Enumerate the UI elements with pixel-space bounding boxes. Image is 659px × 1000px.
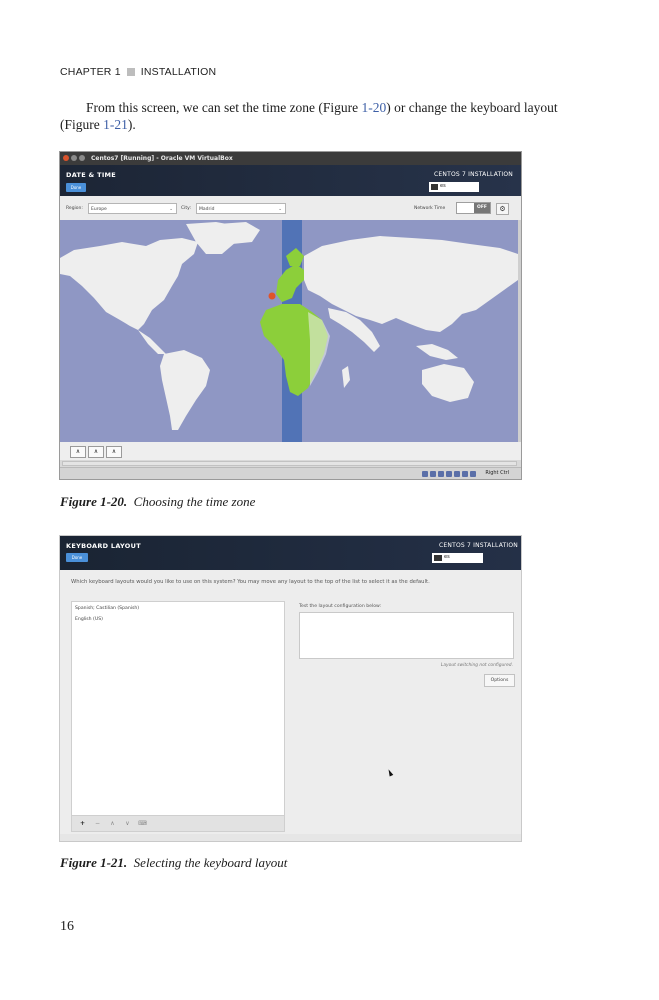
figure-1-21-caption: Figure 1-21. Selecting the keyboard layo… bbox=[60, 855, 287, 871]
figure-link-1-20[interactable]: 1-20 bbox=[362, 100, 387, 115]
location-pin-icon bbox=[268, 292, 276, 300]
screen-title: DATE & TIME bbox=[66, 171, 117, 179]
layout-question: Which keyboard layouts would you like to… bbox=[71, 579, 430, 585]
chevron-up-icon[interactable]: ∧ bbox=[70, 446, 86, 458]
mouse-cursor-icon bbox=[386, 768, 394, 777]
world-map-graphic bbox=[60, 220, 518, 442]
test-layout-label: Test the layout configuration below: bbox=[299, 604, 382, 609]
chevron-up-icon[interactable]: ∧ bbox=[88, 446, 104, 458]
virtualbox-titlebar: Centos7 [Running] - Oracle VM VirtualBox bbox=[60, 152, 521, 165]
remove-layout-button[interactable]: − bbox=[91, 819, 104, 829]
gear-icon[interactable]: ⚙ bbox=[496, 203, 509, 215]
horizontal-scrollbar[interactable] bbox=[62, 461, 517, 466]
region-value: Europe bbox=[91, 207, 107, 212]
done-button[interactable]: Done bbox=[66, 553, 88, 562]
minimize-icon[interactable] bbox=[71, 155, 77, 161]
list-item[interactable]: English (US) bbox=[75, 617, 103, 622]
running-head: CHAPTER 1 INSTALLATION bbox=[60, 66, 216, 78]
figure-1-20-caption: Figure 1-20. Choosing the time zone bbox=[60, 494, 255, 510]
separator-square bbox=[126, 68, 135, 76]
device-icon[interactable] bbox=[422, 471, 428, 477]
network-time-switch[interactable]: OFF bbox=[456, 202, 491, 214]
map-controls: ∧ ∧ ∧ bbox=[60, 442, 521, 460]
maximize-icon[interactable] bbox=[79, 155, 85, 161]
installer-header: KEYBOARD LAYOUT Done CENTOS 7 INSTALLATI… bbox=[60, 536, 521, 570]
keyboard-indicator[interactable]: es bbox=[432, 553, 483, 563]
figure-1-21-screenshot: KEYBOARD LAYOUT Done CENTOS 7 INSTALLATI… bbox=[60, 536, 521, 841]
product-name: CENTOS 7 INSTALLATION bbox=[439, 542, 518, 549]
city-value: Madrid bbox=[199, 207, 215, 212]
city-label: City: bbox=[181, 206, 192, 211]
keyboard-indicator-label: es bbox=[440, 183, 446, 189]
done-button[interactable]: Done bbox=[66, 183, 86, 192]
window-controls bbox=[63, 155, 85, 161]
region-combo[interactable]: Europe ⌄ bbox=[88, 203, 177, 214]
preview-layout-button[interactable]: ⌨ bbox=[136, 819, 149, 829]
keyboard-icon bbox=[434, 555, 442, 561]
device-icon[interactable] bbox=[446, 471, 452, 477]
device-icon[interactable] bbox=[430, 471, 436, 477]
section-label: INSTALLATION bbox=[140, 66, 217, 78]
body-paragraph: From this screen, we can set the time zo… bbox=[60, 99, 560, 133]
city-combo[interactable]: Madrid ⌄ bbox=[196, 203, 286, 214]
device-icon[interactable] bbox=[462, 471, 468, 477]
device-icon[interactable] bbox=[438, 471, 444, 477]
options-button[interactable]: Options bbox=[484, 674, 515, 687]
add-layout-button[interactable]: + bbox=[76, 819, 89, 829]
map-scrollbar[interactable] bbox=[518, 220, 521, 442]
page-number: 16 bbox=[60, 919, 74, 934]
body-text-1: From this screen, we can set the time zo… bbox=[86, 100, 362, 115]
test-layout-field[interactable] bbox=[299, 612, 514, 659]
caption-text: Selecting the keyboard layout bbox=[133, 855, 288, 870]
keyboard-indicator[interactable]: es bbox=[429, 182, 479, 192]
layout-toolbar: + − ∧ ∨ ⌨ bbox=[71, 816, 285, 832]
window-title: Centos7 [Running] - Oracle VM VirtualBox bbox=[91, 155, 233, 162]
figure-1-20-screenshot: Centos7 [Running] - Oracle VM VirtualBox… bbox=[60, 152, 521, 479]
device-status-icons bbox=[422, 471, 476, 477]
chevron-up-icon[interactable]: ∧ bbox=[106, 446, 122, 458]
keyboard-icon bbox=[431, 184, 438, 190]
product-name: CENTOS 7 INSTALLATION bbox=[434, 171, 513, 178]
virtualbox-statusbar: Right Ctrl bbox=[60, 467, 521, 479]
chapter-label: CHAPTER 1 bbox=[60, 66, 121, 78]
caption-text: Choosing the time zone bbox=[133, 494, 256, 509]
list-item[interactable]: Spanish; Castilian (Spanish) bbox=[75, 606, 139, 611]
layout-list[interactable]: Spanish; Castilian (Spanish) English (US… bbox=[71, 601, 285, 816]
timezone-map[interactable] bbox=[60, 220, 518, 442]
region-label: Region: bbox=[66, 206, 83, 211]
body-text-3: ). bbox=[127, 117, 136, 132]
device-icon[interactable] bbox=[470, 471, 476, 477]
installer-header: DATE & TIME Done CENTOS 7 INSTALLATION e… bbox=[60, 165, 521, 196]
caption-label: Figure 1-20. bbox=[60, 494, 128, 509]
window-bottom-edge bbox=[60, 834, 521, 841]
layout-switching-note: Layout switching not configured. bbox=[440, 663, 513, 668]
close-icon[interactable] bbox=[63, 155, 69, 161]
host-key-label: Right Ctrl bbox=[485, 470, 509, 476]
move-down-button[interactable]: ∨ bbox=[121, 819, 134, 829]
device-icon[interactable] bbox=[454, 471, 460, 477]
chevron-down-icon: ⌄ bbox=[169, 207, 173, 212]
caption-label: Figure 1-21. bbox=[60, 855, 128, 870]
screen-title: KEYBOARD LAYOUT bbox=[66, 542, 141, 550]
network-time-label: Network Time bbox=[414, 206, 446, 211]
keyboard-indicator-label: es bbox=[444, 554, 450, 560]
figure-link-1-21[interactable]: 1-21 bbox=[103, 117, 128, 132]
timezone-selector-bar: Region: Europe ⌄ City: Madrid ⌄ Network … bbox=[60, 196, 521, 221]
move-up-button[interactable]: ∧ bbox=[106, 819, 119, 829]
network-time-state: OFF bbox=[474, 203, 490, 213]
chevron-down-icon: ⌄ bbox=[278, 207, 282, 212]
